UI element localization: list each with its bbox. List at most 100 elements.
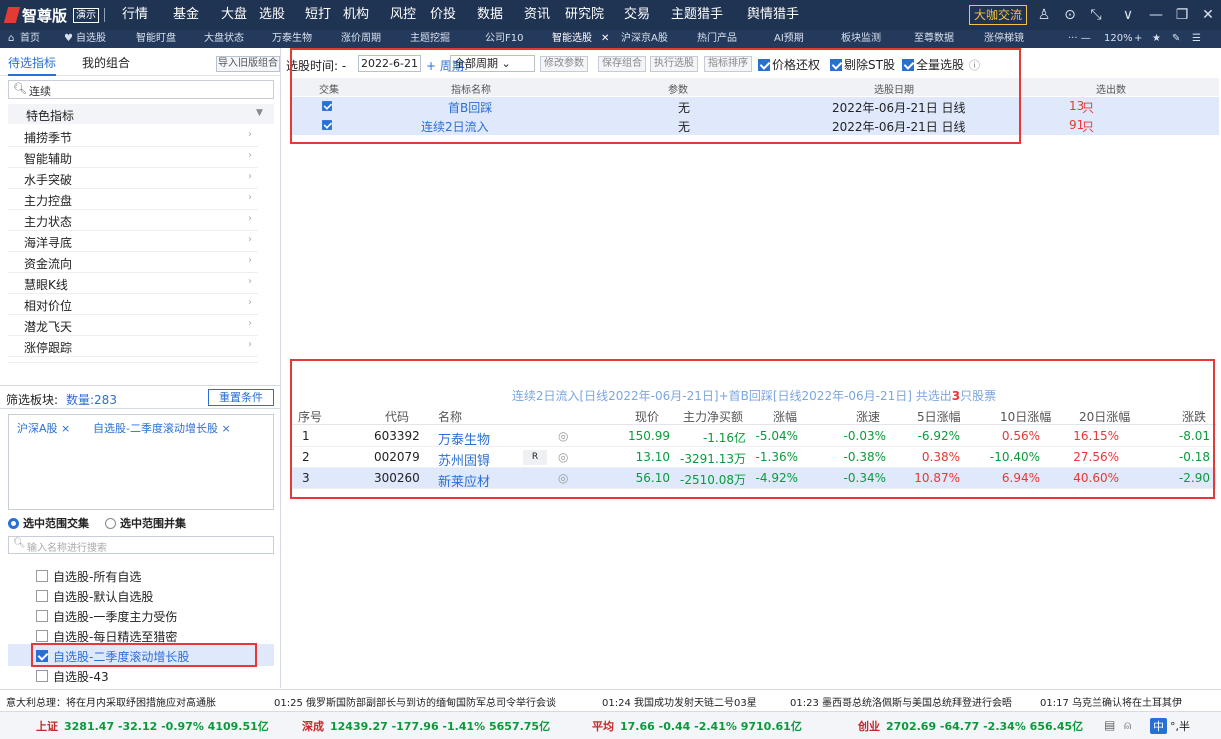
ime-indicator[interactable]: 中 °,半 <box>1150 716 1218 736</box>
selected-tags-area: 沪深A股 × 自选股-二季度滚动增长股 × <box>8 414 274 510</box>
menu-jigou[interactable]: 机构 <box>343 0 369 30</box>
news-item[interactable]: 01:17 乌克兰确认将在土耳其伊 <box>1040 694 1182 709</box>
menu-shuju[interactable]: 数据 <box>477 0 503 30</box>
index-pingjun-vals: 17.66 -0.44 -2.41% 9710.61亿 <box>620 720 802 733</box>
category-item[interactable]: 资金流向 › <box>8 252 258 273</box>
minimize-dropdown-icon[interactable]: ∨ <box>1118 5 1138 25</box>
chevron-right-icon: › <box>248 318 252 329</box>
category-item[interactable]: 主力状态 › <box>8 210 258 231</box>
category-item[interactable]: 海洋寻底 › <box>8 231 258 252</box>
tab-remen-chanpin[interactable]: 热门产品 <box>697 30 737 48</box>
home-icon[interactable]: ⌂ <box>8 30 14 48</box>
indicator-count-unit: 只 <box>1082 101 1095 115</box>
menu-yuqing-lieshou[interactable]: 舆情猎手 <box>747 0 799 30</box>
minimize-icon[interactable]: — <box>1146 5 1166 25</box>
menu-xuangu[interactable]: 选股 <box>259 0 285 30</box>
tab-zixuangu[interactable]: 自选股 <box>76 30 106 48</box>
menu-dapan[interactable]: 大盘 <box>221 0 247 30</box>
radio-intersection[interactable] <box>8 517 19 529</box>
category-item[interactable]: 主力控盘 › <box>8 189 258 210</box>
tag-hushen-a[interactable]: 沪深A股 × <box>17 420 70 436</box>
category-item[interactable]: 相对价位 › <box>8 294 258 315</box>
indicator-search-input[interactable]: 🔍︎ 连续 <box>8 80 274 99</box>
checkbox-icon[interactable] <box>36 630 48 642</box>
zoom-in-icon[interactable]: + <box>1134 30 1142 48</box>
news-item[interactable]: 意大利总理：将在月内采取纾困措施应对高通胀 <box>6 694 216 709</box>
chevron-right-icon: › <box>248 360 252 362</box>
tab-zhineng-xuangu[interactable]: 智能选股 <box>552 30 592 48</box>
board-check-item[interactable]: 自选股-43 <box>36 666 109 686</box>
settings-icon[interactable]: ⊙ <box>1060 5 1080 25</box>
tab-zhangjia-zhouqi[interactable]: 涨价周期 <box>341 30 381 48</box>
checkbox-icon[interactable] <box>36 670 48 682</box>
menu-zixun[interactable]: 资讯 <box>524 0 550 30</box>
tab-zhizun-shuju[interactable]: 至尊数据 <box>914 30 954 48</box>
bell-icon[interactable]: ⍝ <box>1124 718 1131 733</box>
checkbox-icon[interactable] <box>36 570 48 582</box>
tab-dapan-zhuangtai[interactable]: 大盘状态 <box>204 30 244 48</box>
close-icon[interactable]: ✕ <box>1198 5 1218 25</box>
user-icon[interactable]: ♙ <box>1034 5 1054 25</box>
tab-close-icon[interactable]: ✕ <box>601 30 609 48</box>
tab-zhuti-wajue[interactable]: 主题挖掘 <box>410 30 450 48</box>
category-item[interactable]: 慧眼K线 › <box>8 273 258 294</box>
index-pingjun-name[interactable]: 平均 <box>592 718 614 734</box>
tab-f10[interactable]: 公司F10 <box>485 30 523 48</box>
index-bar: 上证 3281.47 -32.12 -0.97% 4109.51亿 深成 124… <box>0 711 1221 739</box>
star-icon[interactable]: ★ <box>1152 30 1161 48</box>
reset-conditions-button[interactable]: 重置条件 <box>208 389 274 406</box>
checkbox-icon[interactable] <box>36 590 48 602</box>
shrink-icon[interactable]: ⤡ <box>1086 5 1106 25</box>
more-icon[interactable]: ··· — <box>1068 30 1091 48</box>
checkbox-icon[interactable] <box>36 610 48 622</box>
board-check-item[interactable]: 自选股-默认自选股 <box>36 586 153 606</box>
highlight-box <box>290 48 1021 144</box>
tab-wode-zuhe[interactable]: 我的组合 <box>82 54 130 71</box>
category-item[interactable]: 水手突破 › <box>8 168 258 189</box>
news-item[interactable]: 01:24 我国成功发射天链二号03星 <box>602 694 757 709</box>
menu-yanjiuyuan[interactable]: 研究院 <box>565 0 604 30</box>
tab-wantai[interactable]: 万泰生物 <box>272 30 312 48</box>
category-item[interactable]: K多方咖 › <box>8 357 258 363</box>
menu-zhuti-lieshou[interactable]: 主题猎手 <box>671 0 723 30</box>
tab-hushenjing[interactable]: 沪深京A股 <box>621 30 668 48</box>
category-item[interactable]: 捕捞季节 › <box>8 126 258 147</box>
category-item[interactable]: 潜龙飞天 › <box>8 315 258 336</box>
menu-fengkong[interactable]: 风控 <box>390 0 416 30</box>
col-xuanchu: 选出数 <box>1096 85 1126 96</box>
news-ticker: 意大利总理：将在月内采取纾困措施应对高通胀 01:25 俄罗斯国防部副部长与到访… <box>0 689 1221 711</box>
tab-daixuan-zhibiao[interactable]: 待选指标 <box>8 54 57 76</box>
daka-button[interactable]: 大咖交流 <box>969 5 1028 25</box>
menu-hangqing[interactable]: 行情 <box>122 0 148 30</box>
restore-icon[interactable]: ❐ <box>1172 5 1192 25</box>
calendar-icon[interactable]: ▤ <box>1104 718 1115 732</box>
index-shencheng-name[interactable]: 深成 <box>302 718 324 734</box>
tab-home[interactable]: 首页 <box>20 30 40 48</box>
tab-zhangting-tijing[interactable]: 涨停梯镜 <box>984 30 1024 48</box>
news-item[interactable]: 01:25 俄罗斯国防部副部长与到访的缅甸国防军总司令举行会谈 <box>274 694 556 709</box>
board-check-item[interactable]: 自选股-所有自选 <box>36 566 141 586</box>
category-item[interactable]: 涨停跟踪 › <box>8 336 258 357</box>
pen-icon[interactable]: ✎ <box>1172 30 1180 48</box>
index-chuangye-name[interactable]: 创业 <box>858 718 880 734</box>
category-header[interactable]: 特色指标 ▼ <box>8 104 274 124</box>
menu-jiatou[interactable]: 价投 <box>430 0 456 30</box>
heart-icon[interactable]: ♥ <box>64 30 73 48</box>
radio-union[interactable] <box>105 517 116 529</box>
tab-ai-yuqi[interactable]: AI预期 <box>774 30 804 48</box>
menu-list-icon[interactable]: ☰ <box>1192 30 1201 48</box>
board-search-input[interactable]: 🔍︎ 输入名称进行搜索 <box>8 536 274 554</box>
tag-zixuan-q2[interactable]: 自选股-二季度滚动增长股 × <box>93 420 231 436</box>
tab-bankuai-jiance[interactable]: 板块监测 <box>841 30 881 48</box>
tab-zhineng-dingpan[interactable]: 智能盯盘 <box>136 30 176 48</box>
menu-duanda[interactable]: 短打 <box>305 0 331 30</box>
board-check-item[interactable]: 自选股-一季度主力受伤 <box>36 606 177 626</box>
category-item-label: 相对价位 <box>24 299 73 313</box>
menu-jijin[interactable]: 基金 <box>173 0 199 30</box>
index-shangzheng-name[interactable]: 上证 <box>36 718 58 734</box>
menu-jiaoyi[interactable]: 交易 <box>624 0 650 30</box>
news-item[interactable]: 01:23 墨西哥总统洛佩斯与美国总统拜登进行会晤 <box>790 694 1012 709</box>
import-old-combo-button[interactable]: 导入旧版组合 <box>216 56 280 72</box>
category-item[interactable]: 智能辅助 › <box>8 147 258 168</box>
app-logo[interactable]: 智尊版 演示 <box>3 5 100 25</box>
